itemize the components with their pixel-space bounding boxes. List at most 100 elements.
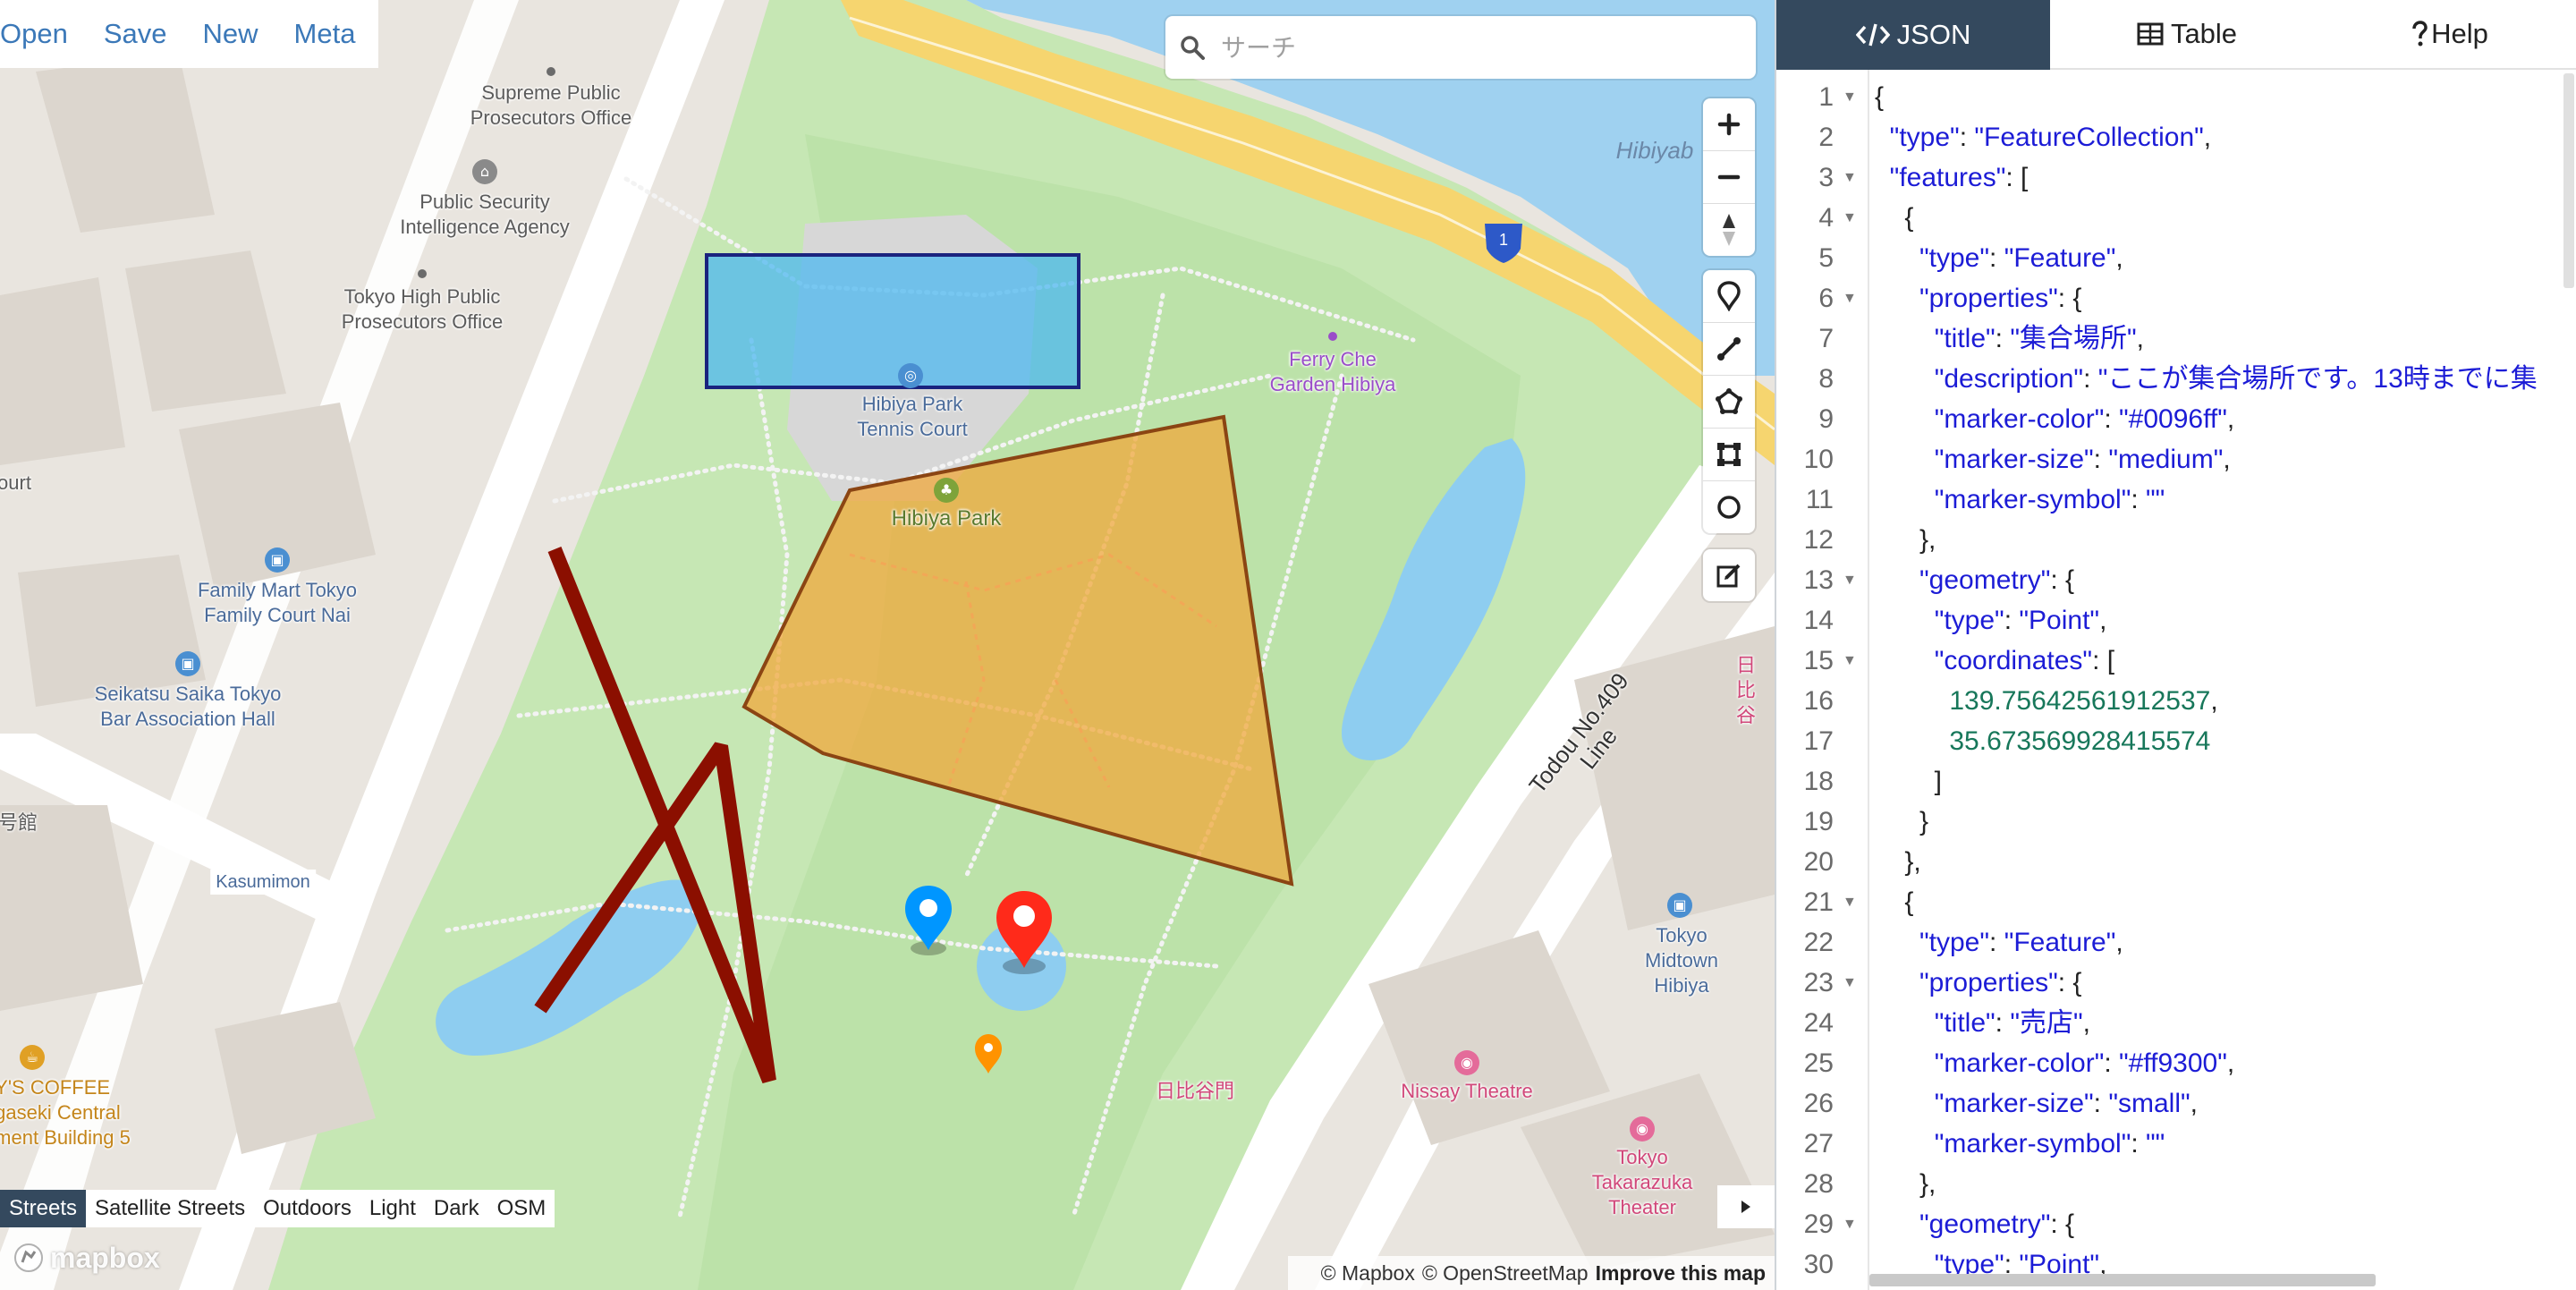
code-line[interactable]: 11 "marker-symbol": "" <box>1776 480 2576 520</box>
edit-icon <box>1716 564 1741 588</box>
code-line[interactable]: 7 "title": "集合場所", <box>1776 318 2576 359</box>
question-icon <box>2411 21 2428 47</box>
style-osm[interactable]: OSM <box>488 1190 555 1227</box>
style-satellite-streets[interactable]: Satellite Streets <box>86 1190 254 1227</box>
code-line[interactable]: 26 "marker-size": "small", <box>1776 1083 2576 1124</box>
fold-arrow-icon[interactable]: ▼ <box>1843 278 1857 318</box>
code-line[interactable]: 22 "type": "Feature", <box>1776 922 2576 963</box>
code-text: 35.673569928415574 <box>1949 726 2211 756</box>
code-line[interactable]: 24 "title": "売店", <box>1776 1003 2576 1043</box>
code-line[interactable]: 5 "type": "Feature", <box>1776 238 2576 278</box>
app-root: Supreme Public Prosecutors Office ⌂ Publ… <box>0 0 2576 1290</box>
line-number: 13 <box>1803 565 1834 595</box>
label-nissay: Nissay Theatre <box>1401 1080 1533 1102</box>
fold-arrow-icon[interactable]: ▼ <box>1843 641 1857 681</box>
line-number: 28 <box>1803 1169 1834 1199</box>
draw-rectangle-button[interactable] <box>1703 429 1755 481</box>
collapse-panel-button[interactable] <box>1717 1185 1775 1228</box>
line-number: 23 <box>1803 968 1834 997</box>
fold-arrow-icon[interactable]: ▼ <box>1843 198 1857 238</box>
rectangle-feature[interactable] <box>705 253 1080 389</box>
code-line[interactable]: 19 } <box>1776 802 2576 842</box>
zoom-out-button[interactable] <box>1703 151 1755 204</box>
style-streets[interactable]: Streets <box>0 1190 87 1227</box>
search-input[interactable] <box>1219 31 1741 64</box>
menu-new[interactable]: New <box>185 18 276 50</box>
draw-circle-button[interactable] <box>1703 481 1755 533</box>
code-line[interactable]: 28 }, <box>1776 1164 2576 1204</box>
menu-open[interactable]: Open <box>0 18 86 50</box>
code-line[interactable]: 17 35.673569928415574 <box>1776 721 2576 761</box>
fold-arrow-icon[interactable]: ▼ <box>1843 963 1857 1003</box>
code-text: { <box>1875 203 1914 233</box>
zoom-in-button[interactable] <box>1703 98 1755 151</box>
json-editor[interactable]: 1 ▼ {2 "type": "FeatureCollection", 3 ▼ "fea… <box>1776 70 2576 1290</box>
code-line[interactable]: 2 "type": "FeatureCollection", <box>1776 117 2576 157</box>
fold-arrow-icon[interactable]: ▼ <box>1843 1204 1857 1244</box>
code-line[interactable]: 1 ▼ { <box>1776 77 2576 117</box>
line-number: 19 <box>1803 807 1834 836</box>
code-line[interactable]: 9 "marker-color": "#0096ff", <box>1776 399 2576 439</box>
attribution-mapbox[interactable]: © Mapbox <box>1321 1261 1415 1286</box>
code-text: "marker-symbol": "" <box>1934 1129 2165 1158</box>
edit-button[interactable] <box>1703 549 1755 601</box>
label-tokyo-high: Tokyo High Public Prosecutors Office <box>341 285 504 333</box>
cafe-icon: ☕ <box>20 1045 45 1070</box>
style-dark[interactable]: Dark <box>425 1190 488 1227</box>
draw-marker-button[interactable] <box>1703 270 1755 323</box>
improve-map-link[interactable]: Improve this map <box>1596 1261 1766 1286</box>
polygon-feature[interactable] <box>741 414 1294 887</box>
code-line[interactable]: 6 ▼ "properties": { <box>1776 278 2576 318</box>
code-line[interactable]: 8 "description": "ここが集合場所です。13時までに集 <box>1776 359 2576 399</box>
code-line[interactable]: 29 ▼ "geometry": { <box>1776 1204 2576 1244</box>
rectangle-icon <box>1717 443 1741 466</box>
code-line[interactable]: 12 }, <box>1776 520 2576 560</box>
menu-save[interactable]: Save <box>86 18 185 50</box>
code-line[interactable]: 10 "marker-size": "medium", <box>1776 439 2576 480</box>
code-text: "marker-size": "small", <box>1934 1089 2198 1118</box>
tab-json[interactable]: JSON <box>1776 0 2050 70</box>
line-number: 26 <box>1803 1089 1834 1118</box>
table-icon <box>2137 22 2164 46</box>
style-light[interactable]: Light <box>360 1190 425 1227</box>
tab-table[interactable]: Table <box>2050 0 2324 70</box>
code-line[interactable]: 4 ▼ { <box>1776 198 2576 238</box>
route-shield-number: 1 <box>1498 231 1509 249</box>
marker-orange[interactable] <box>975 1034 1002 1074</box>
label-hibiya-jp: 日比谷 <box>1735 654 1756 726</box>
fold-arrow-icon[interactable]: ▼ <box>1843 882 1857 922</box>
code-line[interactable]: 18 ] <box>1776 761 2576 802</box>
vertical-scrollbar[interactable] <box>2563 73 2574 288</box>
fold-arrow-icon[interactable]: ▼ <box>1843 157 1857 198</box>
code-line[interactable]: 27 "marker-symbol": "" <box>1776 1124 2576 1164</box>
code-line[interactable]: 16 139.75642561912537, <box>1776 681 2576 721</box>
style-switcher: Streets Satellite Streets Outdoors Light… <box>0 1190 555 1227</box>
marker-red[interactable] <box>996 891 1052 974</box>
fold-arrow-icon[interactable]: ▼ <box>1843 560 1857 600</box>
line-icon <box>1717 337 1741 361</box>
label-hibiya-water: Hibiyab <box>1615 137 1694 164</box>
marker-blue[interactable] <box>905 886 952 955</box>
style-outdoors[interactable]: Outdoors <box>254 1190 360 1227</box>
code-line[interactable]: 25 "marker-color": "#ff9300", <box>1776 1043 2576 1083</box>
mapbox-logo[interactable]: mapbox <box>13 1240 160 1276</box>
code-line[interactable]: 3 ▼ "features": [ <box>1776 157 2576 198</box>
horizontal-scrollbar[interactable] <box>1869 1274 2376 1286</box>
code-line[interactable]: 23 ▼ "properties": { <box>1776 963 2576 1003</box>
mapbox-logo-icon <box>14 1243 43 1272</box>
code-line[interactable]: 15 ▼ "coordinates": [ <box>1776 641 2576 681</box>
tab-help[interactable]: Help <box>2324 0 2576 70</box>
attribution-osm[interactable]: © OpenStreetMap <box>1422 1261 1589 1286</box>
draw-line-button[interactable] <box>1703 323 1755 376</box>
map-canvas[interactable]: Supreme Public Prosecutors Office ⌂ Publ… <box>0 0 1775 1290</box>
fold-arrow-icon[interactable]: ▼ <box>1843 77 1857 117</box>
code-text: }, <box>1875 525 1936 555</box>
line-feature[interactable] <box>534 547 776 1083</box>
code-line[interactable]: 21 ▼ { <box>1776 882 2576 922</box>
compass-button[interactable] <box>1703 204 1755 256</box>
code-line[interactable]: 14 "type": "Point", <box>1776 600 2576 641</box>
code-line[interactable]: 13 ▼ "geometry": { <box>1776 560 2576 600</box>
code-line[interactable]: 20 }, <box>1776 842 2576 882</box>
menu-meta[interactable]: Meta <box>276 18 374 50</box>
draw-polygon-button[interactable] <box>1703 376 1755 429</box>
